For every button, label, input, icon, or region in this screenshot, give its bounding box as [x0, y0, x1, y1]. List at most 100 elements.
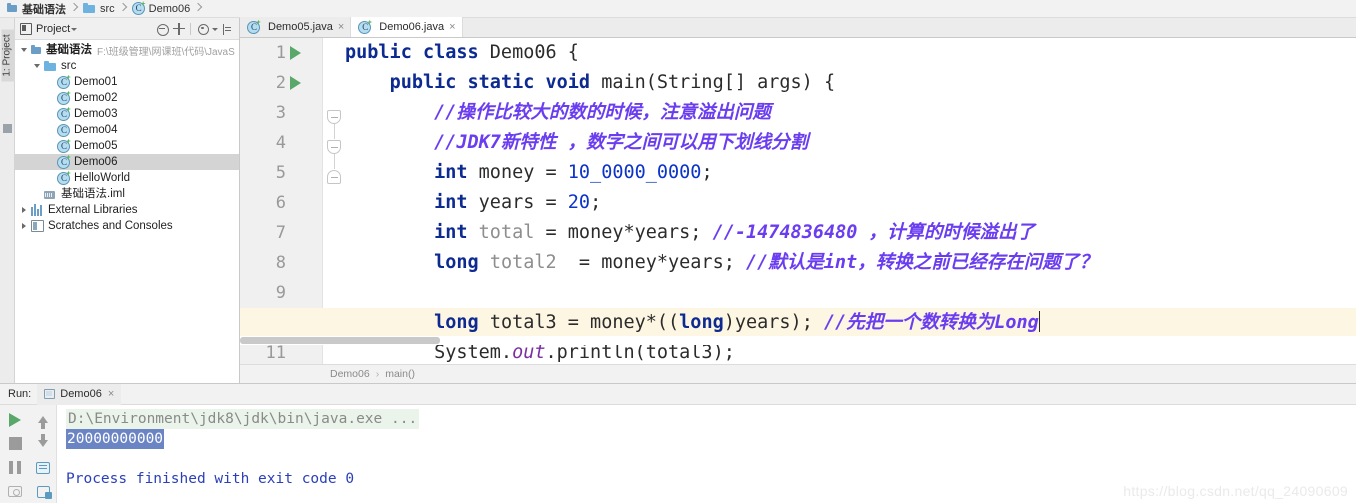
module-icon	[7, 3, 18, 14]
console-text: D:\Environment\jdk8\jdk\bin\java.exe ...	[66, 409, 420, 429]
tree-node[interactable]: C Demo01	[15, 74, 239, 90]
structure-tool-icon[interactable]	[3, 124, 12, 133]
breadcrumb-item-class[interactable]: C Demo06	[129, 0, 194, 18]
code-line[interactable]: int total = money*years; //-1474836480 ，…	[345, 218, 1356, 248]
library-icon	[31, 204, 44, 216]
pause-button[interactable]	[2, 455, 28, 480]
breadcrumb-item-module[interactable]: 基础语法	[4, 0, 69, 18]
editor-tab[interactable]: C Demo05.java ×	[240, 17, 352, 37]
close-icon[interactable]: ×	[449, 22, 455, 33]
fold-region-icon[interactable]	[327, 110, 341, 124]
export-button[interactable]	[30, 479, 56, 503]
code-line[interactable]: //JDK7新特性 ，数字之间可以用下划线分割	[345, 128, 1356, 158]
tree-node[interactable]: C Demo04	[15, 122, 239, 138]
code-line[interactable]: //操作比较大的数的时候，注意溢出问题	[345, 98, 1356, 128]
chevron-down-icon[interactable]	[17, 48, 31, 52]
breadcrumb-label: src	[100, 2, 115, 15]
code-token: //JDK7新特性 ，数字之间可以用下划线分割	[434, 132, 809, 153]
code-editor[interactable]: 1234567891011 public class Demo06 { publ…	[240, 38, 1356, 364]
tree-node[interactable]: C Demo05	[15, 138, 239, 154]
console-line: 20000000000	[66, 429, 1356, 449]
code-line[interactable]	[345, 278, 1356, 308]
code-token: public static void	[389, 72, 602, 93]
editor-breadcrumb: Demo06 › main()	[240, 364, 1356, 383]
collapse-all-icon[interactable]	[154, 21, 170, 37]
chevron-right-icon[interactable]	[17, 223, 31, 229]
scroll-down-button[interactable]	[30, 431, 56, 456]
code-token: main(String[] args) {	[601, 72, 836, 93]
watermark-text: https://blog.csdn.net/qq_24090609	[1123, 483, 1348, 499]
line-number: 6	[275, 193, 286, 213]
tree-node[interactable]: C Demo03	[15, 106, 239, 122]
screenshot-button[interactable]	[2, 479, 28, 503]
run-configuration-tab[interactable]: Demo06 ×	[37, 383, 122, 405]
tree-node[interactable]: 基础语法 F:\班级管理\网课班\代码\JavaSE\基础	[15, 42, 239, 58]
line-number: 2	[275, 73, 286, 93]
tree-node[interactable]: 基础语法.iml	[15, 186, 239, 202]
java-class-icon: C	[57, 90, 71, 105]
code-token: money =	[478, 162, 568, 183]
run-gutter-icon[interactable]	[290, 68, 306, 98]
java-class-icon: C	[57, 74, 71, 89]
code-token: long	[434, 252, 490, 273]
editor-horizontal-scrollbar[interactable]	[240, 336, 1356, 345]
divider	[190, 22, 191, 35]
run-gutter-icon[interactable]	[290, 38, 306, 68]
hide-panel-icon[interactable]	[219, 21, 235, 37]
editor-area: CDemo05.java× C Demo06.java × 1234567891011…	[240, 17, 1356, 383]
settings-gear-icon[interactable]	[195, 21, 211, 37]
tree-node-label: 基础语法.iml	[61, 188, 125, 200]
code-text[interactable]: public class Demo06 { public static void…	[345, 38, 1356, 364]
tree-node[interactable]: Scratches and Consoles	[15, 218, 239, 234]
rerun-button[interactable]	[2, 407, 28, 432]
code-line[interactable]: int money = 10_0000_0000;	[345, 158, 1356, 188]
scratches-icon	[31, 220, 44, 232]
iml-file-icon	[44, 189, 57, 200]
stop-button[interactable]	[2, 431, 28, 456]
breadcrumb-item-src[interactable]: src	[80, 0, 118, 18]
java-class-icon: C	[358, 19, 373, 34]
chevron-down-icon[interactable]	[211, 21, 218, 37]
scrollbar-thumb[interactable]	[240, 337, 440, 344]
fold-region-icon[interactable]	[327, 140, 341, 154]
scroll-from-source-icon[interactable]	[171, 21, 187, 37]
code-token: System.	[434, 342, 513, 363]
tree-node[interactable]: src	[15, 58, 239, 74]
code-line[interactable]: long total2 = money*years; //默认是int，转换之前…	[345, 248, 1356, 278]
breadcrumb-label: Demo06	[148, 2, 191, 15]
tree-node[interactable]: C Demo06	[15, 154, 239, 170]
code-line[interactable]: public class Demo06 {	[345, 38, 1356, 68]
tree-node-label: Demo05	[74, 140, 118, 152]
code-line[interactable]: int years = 20;	[345, 188, 1356, 218]
editor-tab-label: Demo06.java	[379, 21, 445, 33]
tree-node-label: Scratches and Consoles	[48, 220, 173, 232]
java-class-icon: C	[57, 138, 71, 153]
fold-region-icon[interactable]	[327, 170, 341, 184]
module-icon	[31, 44, 42, 56]
editor-tab-bar: C Demo05.java × C Demo06.java ×	[240, 17, 1356, 38]
scroll-up-button[interactable]	[30, 407, 56, 432]
chevron-down-icon[interactable]	[30, 64, 44, 68]
code-token: = money*years;	[534, 222, 713, 243]
tree-node[interactable]: External Libraries	[15, 202, 239, 218]
java-class-icon: C	[57, 106, 71, 121]
tree-node-label: External Libraries	[48, 204, 138, 216]
code-token: public	[345, 42, 423, 63]
close-icon[interactable]: ×	[338, 22, 344, 33]
chevron-right-icon[interactable]	[17, 207, 31, 213]
code-line[interactable]: long total3 = money*((long)years); //先把一…	[345, 308, 1356, 338]
breadcrumb-method[interactable]: main()	[385, 368, 415, 380]
breadcrumb-class[interactable]: Demo06	[330, 368, 370, 380]
code-line[interactable]: public static void main(String[] args) {	[345, 68, 1356, 98]
line-number: 9	[275, 283, 286, 303]
soft-wrap-button[interactable]	[30, 455, 56, 480]
chevron-down-icon[interactable]	[70, 21, 78, 37]
tree-node[interactable]: C HelloWorld	[15, 170, 239, 186]
tree-node[interactable]: C Demo02	[15, 90, 239, 106]
editor-tab[interactable]: C Demo06.java ×	[351, 17, 463, 37]
code-token: ;	[701, 162, 713, 183]
close-icon[interactable]: ×	[108, 389, 114, 400]
